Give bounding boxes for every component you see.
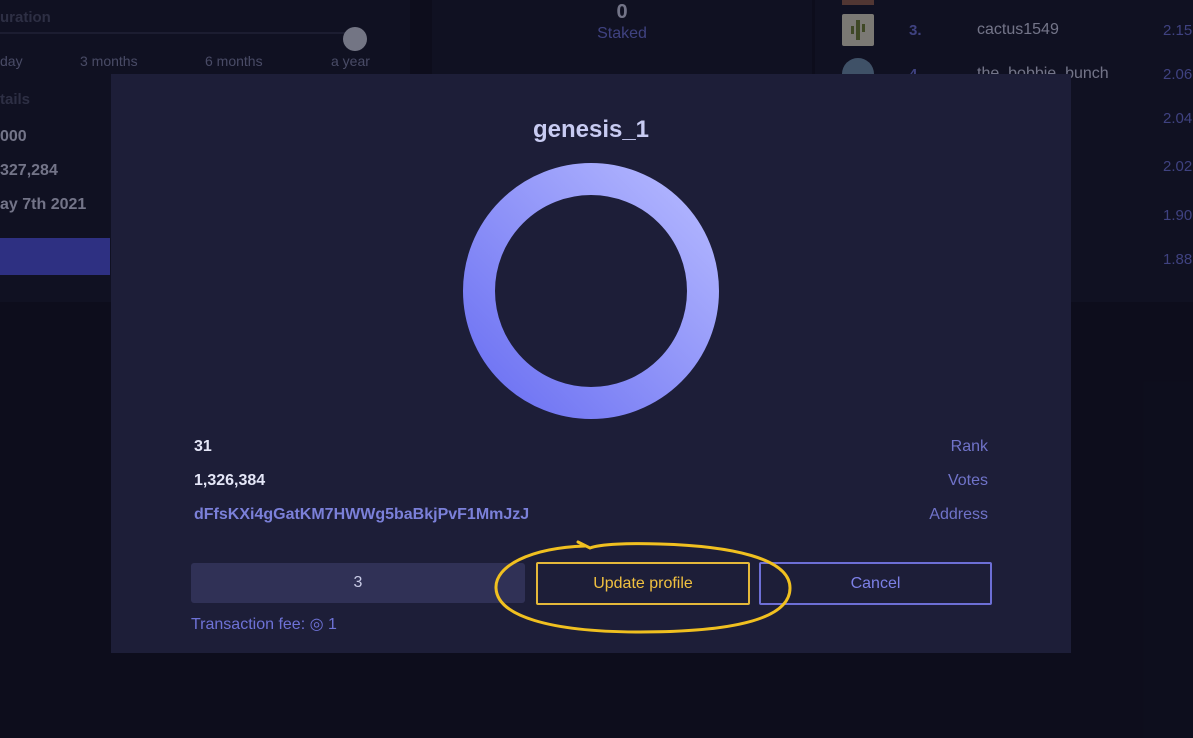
- rank-label: Rank: [950, 438, 988, 455]
- transaction-fee: Transaction fee: ◎ 1: [191, 616, 337, 633]
- amount-input[interactable]: 3: [191, 563, 525, 603]
- delegate-avatar-ring: [463, 163, 719, 419]
- votes-value: 1,326,384: [194, 472, 266, 489]
- votes-label: Votes: [947, 472, 988, 489]
- address-label: Address: [929, 506, 988, 523]
- address-value: dFfsKXi4gGatKM7HWWg5baBkjPvF1MmJzJ: [194, 506, 530, 523]
- highlight-annotation: [494, 540, 792, 634]
- rank-value: 31: [194, 438, 212, 455]
- delegate-name: genesis_1: [532, 116, 650, 143]
